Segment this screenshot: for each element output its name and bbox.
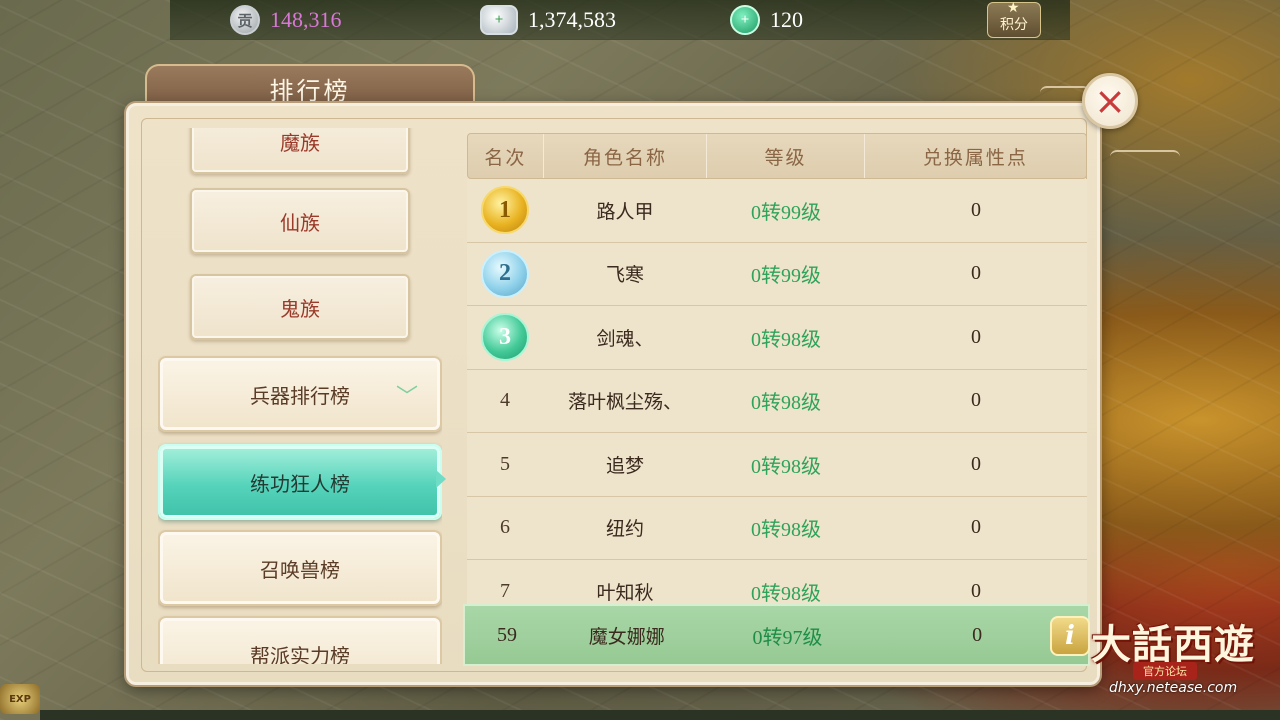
table-body[interactable]: 1 路人甲 0转99级 0 2 飞寒 0转99级 0 3 剑魂、 0转98级 0… — [467, 179, 1087, 605]
table-row[interactable]: 6 纽约 0转98级 0 — [467, 496, 1087, 560]
table-header: 名次 角色名称 等级 兑换属性点 — [467, 133, 1087, 179]
name-cell: 追梦 — [605, 454, 644, 477]
table-row[interactable]: 5 追梦 0转98级 0 — [467, 433, 1087, 497]
star-icon: ★ — [1007, 0, 1020, 16]
table-row[interactable]: 7 叶知秋 0转98级 0 — [467, 560, 1087, 605]
rank-cell: 1 — [467, 179, 543, 242]
rank-cell: 2 — [467, 243, 543, 306]
silver-icon[interactable]: + — [480, 5, 518, 35]
exp-icon: EXP — [0, 684, 40, 714]
rank-cell: 5 — [500, 452, 510, 475]
level-cell: 0转98级 — [751, 328, 821, 351]
bottom-hud-bar — [40, 710, 1280, 720]
decorative-swirl — [1110, 150, 1180, 164]
info-icon[interactable]: i — [1050, 616, 1090, 656]
level-cell: 0转98级 — [751, 392, 821, 415]
game-logo-watermark: 大話西遊 官方论坛 dhxy.netease.com — [1085, 612, 1275, 702]
table-row[interactable]: 4 落叶枫尘殇、 0转98级 0 — [467, 369, 1087, 433]
silver-currency[interactable]: + 1,374,583 — [480, 4, 616, 36]
name-cell: 路人甲 — [596, 200, 654, 223]
logo-subtitle: 官方论坛 — [1133, 662, 1197, 680]
jade-icon[interactable]: + — [730, 5, 760, 35]
points-cell: 0 — [971, 389, 981, 412]
level-cell: 0转98级 — [751, 455, 821, 478]
my-name-cell: 魔女娜娜 — [588, 625, 665, 648]
my-rank-cell: 59 — [496, 623, 517, 646]
points-cell: 0 — [971, 516, 981, 539]
rank-cell: 3 — [467, 306, 543, 369]
gold-medal-icon: 1 — [481, 186, 529, 235]
level-cell: 0转99级 — [751, 201, 821, 224]
header-rank: 名次 — [468, 134, 544, 178]
close-icon[interactable]: × — [1094, 82, 1126, 120]
name-cell: 落叶枫尘殇、 — [567, 391, 682, 414]
points-cell: 0 — [971, 198, 981, 221]
name-cell: 飞寒 — [605, 264, 644, 287]
points-cell: 0 — [971, 262, 981, 285]
header-points: 兑换属性点 — [922, 146, 1028, 169]
jade-value: 120 — [770, 7, 803, 32]
points-cell: 0 — [971, 452, 981, 475]
header-level: 等级 — [707, 134, 865, 178]
chevron-down-icon[interactable]: ﹀ — [392, 384, 422, 410]
contribution-icon: 贡 — [230, 5, 260, 35]
category-demon-race[interactable]: 魔族 — [190, 128, 410, 174]
category-label: 兵器排行榜 — [250, 383, 350, 408]
category-label: 练功狂人榜 — [250, 471, 350, 496]
header-name: 角色名称 — [544, 134, 708, 178]
category-pet-ranking[interactable]: 召唤兽榜 — [158, 530, 442, 606]
rank-cell: 4 — [500, 389, 510, 412]
category-weapon-ranking[interactable]: 兵器排行榜 ﹀ — [158, 356, 442, 432]
table-row[interactable]: 1 路人甲 0转99级 0 — [467, 179, 1087, 243]
logo-url: dhxy.netease.com — [1109, 680, 1238, 696]
category-training-ranking[interactable]: 练功狂人榜 — [158, 444, 442, 520]
score-button-label: 积分 — [1000, 17, 1028, 33]
silver-medal-icon: 2 — [481, 249, 529, 298]
name-cell: 叶知秋 — [596, 581, 654, 604]
panel-title: 排行榜 — [269, 76, 351, 105]
points-cell: 0 — [971, 325, 981, 348]
active-category-pointer — [436, 470, 446, 488]
score-button[interactable]: ★ 积分 — [987, 0, 1041, 38]
contribution-value: 148,316 — [270, 7, 342, 32]
category-label: 召唤兽榜 — [260, 557, 340, 582]
category-guild-ranking[interactable]: 帮派实力榜 — [158, 616, 442, 664]
name-cell: 纽约 — [605, 518, 644, 541]
level-cell: 0转98级 — [751, 519, 821, 542]
category-list[interactable]: 魔族 仙族 鬼族 兵器排行榜 ﹀ 练功狂人榜 召唤兽榜 帮派实力榜 — [158, 128, 442, 664]
level-cell: 0转98级 — [751, 582, 821, 605]
rank-cell: 6 — [500, 516, 510, 539]
category-immortal-race[interactable]: 仙族 — [190, 188, 410, 254]
my-level-cell: 0转97级 — [752, 626, 823, 649]
points-cell: 0 — [971, 579, 981, 602]
jade-medal-icon: 3 — [481, 313, 529, 362]
contribution-currency: 贡 148,316 — [230, 4, 342, 36]
name-cell: 剑魂、 — [596, 327, 654, 350]
silver-value: 1,374,583 — [528, 7, 616, 32]
ranking-table: 名次 角色名称 等级 兑换属性点 1 路人甲 0转99级 0 2 飞寒 0转99… — [463, 131, 1089, 664]
level-cell: 0转99级 — [751, 265, 821, 288]
table-row[interactable]: 2 飞寒 0转99级 0 — [467, 242, 1087, 306]
category-ghost-race[interactable]: 鬼族 — [190, 274, 410, 340]
close-button[interactable]: × — [1082, 73, 1138, 129]
my-ranking-row: 59 魔女娜娜 0转97级 0 — [463, 604, 1090, 666]
jade-currency[interactable]: + 120 — [730, 4, 803, 36]
rank-cell: 7 — [500, 579, 510, 602]
table-row[interactable]: 3 剑魂、 0转98级 0 — [467, 306, 1087, 370]
category-label: 帮派实力榜 — [250, 643, 350, 665]
